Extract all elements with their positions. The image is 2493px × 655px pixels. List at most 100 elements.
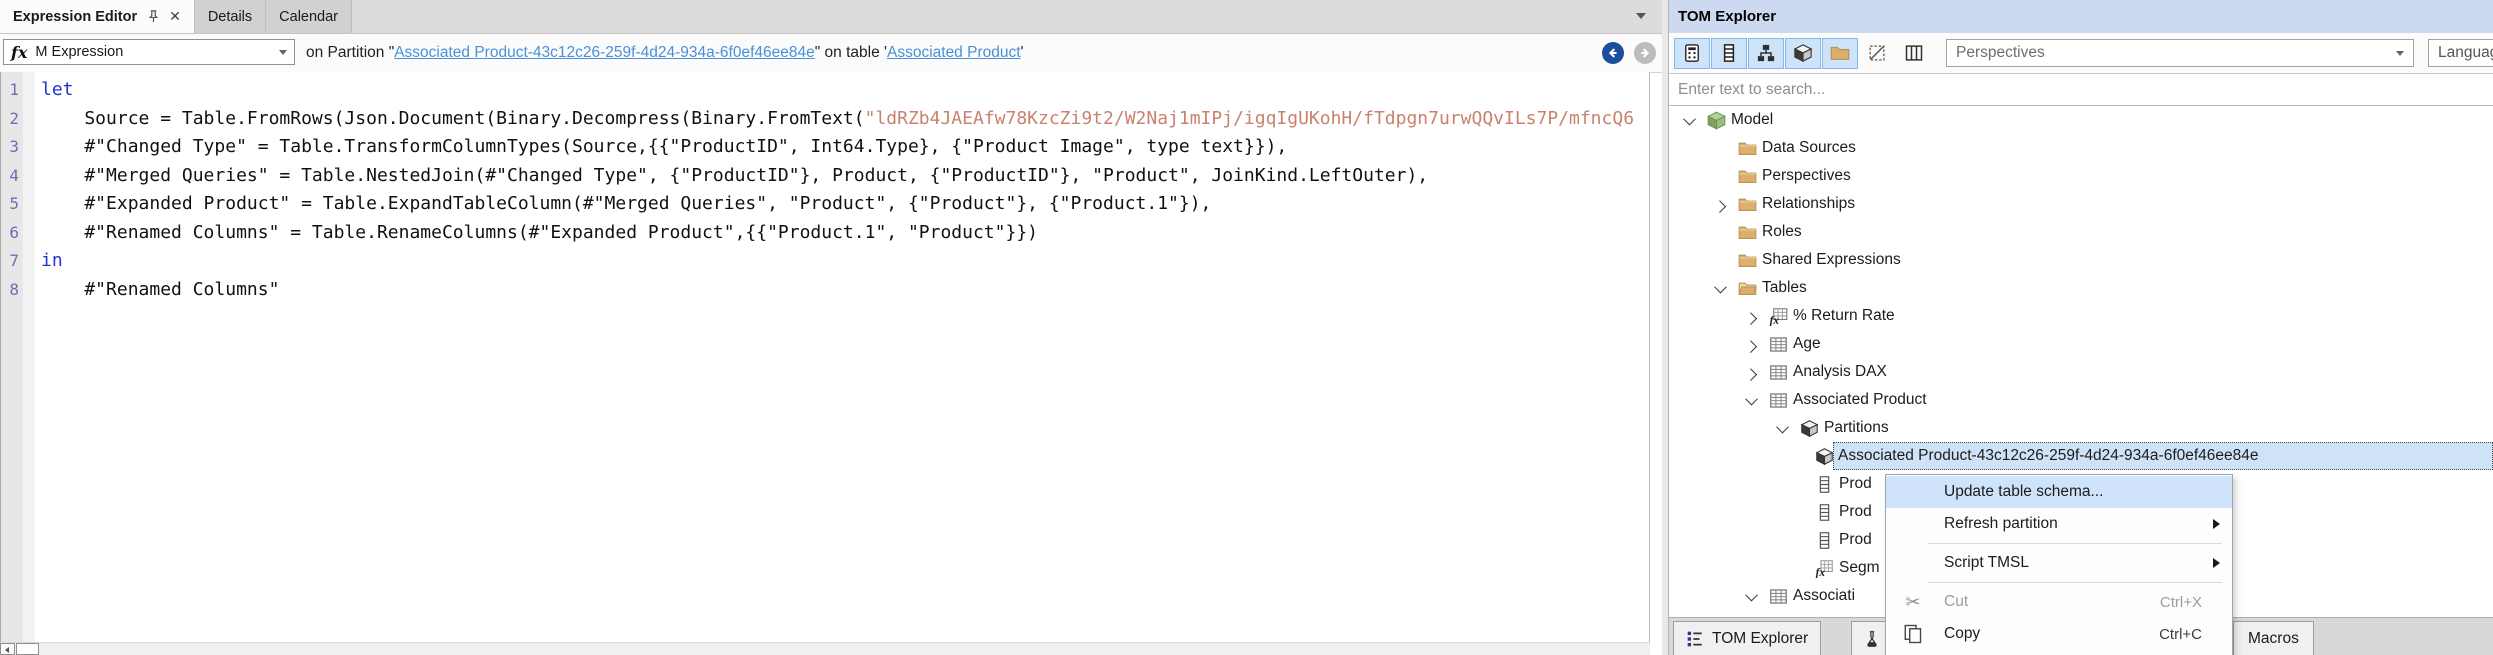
table-columns-toggle-button[interactable] (1896, 38, 1932, 69)
hierarchies-toggle-button[interactable] (1748, 37, 1784, 69)
tree-item-analysis-dax[interactable]: Analysis DAX (1669, 358, 2493, 386)
code-line[interactable]: 6 #"Renamed Columns" = Table.RenameColum… (1, 219, 1649, 248)
partition-icon (1800, 414, 1819, 442)
measures-toggle-button[interactable] (1674, 37, 1710, 69)
menu-item-label: Script TMSL (1944, 554, 2029, 571)
tree-item-age[interactable]: Age (1669, 330, 2493, 358)
columns-toggle-button[interactable] (1711, 37, 1747, 69)
tree-item-data-sources[interactable]: Data Sources (1669, 134, 2493, 162)
folders-toggle-button[interactable] (1822, 37, 1858, 69)
tab-label: Details (207, 8, 253, 25)
hidden-items-toggle-button[interactable] (1859, 38, 1895, 69)
tab-expression-editor[interactable]: Expression Editor ✕ (0, 0, 195, 33)
tree-item-relationships[interactable]: Relationships (1669, 190, 2493, 218)
menu-item-label: Update table schema... (1944, 483, 2104, 500)
code-text: in (41, 250, 63, 271)
tree-item-shared-expressions[interactable]: Shared Expressions (1669, 246, 2493, 274)
submenu-arrow-icon (2213, 558, 2220, 568)
code-line[interactable]: 7 in (1, 247, 1649, 276)
dock-tab-tom-explorer[interactable]: TOM Explorer (1673, 621, 1822, 655)
tree-item-tables[interactable]: Tables (1669, 274, 2493, 302)
line-number: 6 (9, 222, 19, 242)
chevron-down-icon[interactable] (1744, 582, 1758, 610)
menu-item-refresh-partition[interactable]: Refresh partition (1886, 508, 2232, 540)
tree-item-label: Associati (1793, 587, 1856, 604)
pin-icon[interactable] (146, 9, 161, 24)
table-icon (1769, 330, 1788, 358)
perspectives-dropdown[interactable]: Perspectives (1946, 39, 2414, 67)
tree-item-label: Prod (1839, 503, 1872, 520)
expression-type-dropdown[interactable]: fx M Expression (3, 39, 295, 65)
chevron-right-icon[interactable] (1743, 302, 1757, 330)
scrollbar-thumb[interactable] (16, 643, 39, 655)
menu-item-script-tmsl[interactable]: Script TMSL (1886, 547, 2232, 579)
partition-link[interactable]: Associated Product-43c12c26-259f-4d24-93… (394, 44, 815, 61)
menu-item-copy[interactable]: Copy Ctrl+C (1886, 618, 2232, 650)
code-line[interactable]: 1 let (1, 76, 1649, 105)
chevron-right-icon[interactable] (1712, 190, 1726, 218)
menu-item-label: Refresh partition (1944, 515, 2058, 532)
tree-item-associated-product-43c12c26-259f-4d24-934a-6f0ef46ee84e[interactable]: Associated Product-43c12c26-259f-4d24-93… (1669, 442, 2493, 470)
code-text: let (41, 79, 74, 100)
chevron-down-icon[interactable] (1775, 414, 1789, 442)
code-line[interactable]: 8 #"Renamed Columns" (1, 276, 1649, 305)
tree-item-associated-product[interactable]: Associated Product (1669, 386, 2493, 414)
selected-tree-item[interactable]: Associated Product-43c12c26-259f-4d24-93… (1833, 442, 2493, 470)
expression-editor-panel: Expression Editor ✕ Details Calendar fx … (0, 0, 1662, 655)
table-fx-icon: fx (1769, 302, 1788, 330)
code-line[interactable]: 4 #"Merged Queries" = Table.NestedJoin(#… (1, 162, 1649, 191)
chevron-down-icon[interactable] (1744, 386, 1758, 414)
table-columns-icon (1904, 43, 1924, 63)
tree-item-label: Relationships (1762, 195, 1856, 212)
menu-item-label: Copy (1944, 625, 1981, 642)
copy-icon (1901, 622, 1925, 646)
menu-item-cut: ✂ Cut Ctrl+X (1886, 586, 2232, 618)
expression-type-value: M Expression (35, 44, 124, 60)
code-line[interactable]: 3 #"Changed Type" = Table.TransformColum… (1, 133, 1649, 162)
code-text: #"Merged Queries" = Table.NestedJoin(#"C… (41, 164, 1429, 186)
code-line[interactable]: 5 #"Expanded Product" = Table.ExpandTabl… (1, 190, 1649, 219)
tree-item-label: Data Sources (1762, 139, 1856, 156)
search-input[interactable] (1669, 74, 2493, 105)
code-line[interactable]: 2 Source = Table.FromRows(Json.Document(… (1, 105, 1649, 134)
chevron-down-icon[interactable] (1682, 106, 1696, 134)
chevron-down-icon[interactable] (1713, 274, 1727, 302)
language-dropdown[interactable]: Language (2428, 39, 2493, 67)
dock-tab-macros[interactable]: Macros (2233, 621, 2314, 655)
menu-item-update-table-schema[interactable]: Update table schema... (1886, 476, 2232, 508)
close-icon[interactable]: ✕ (169, 8, 181, 25)
editor-horizontal-scrollbar[interactable] (0, 642, 1650, 655)
tree-item-label: Partitions (1824, 419, 1889, 436)
folder-open-icon (1738, 274, 1757, 302)
tree-item-perspectives[interactable]: Perspectives (1669, 162, 2493, 190)
filter-buttons (1674, 37, 1933, 69)
tab-overflow-chevron-icon[interactable] (1636, 13, 1646, 19)
tree-item-partitions[interactable]: Partitions (1669, 414, 2493, 442)
tree-item-label: Analysis DAX (1793, 363, 1887, 380)
code-text: #"Renamed Columns" = Table.RenameColumns… (41, 221, 1038, 243)
menu-item-partial[interactable] (1886, 650, 2232, 655)
tab-calendar[interactable]: Calendar (266, 0, 352, 33)
chevron-right-icon[interactable] (1743, 330, 1757, 358)
context-menu: Update table schema... Refresh partition S… (1885, 474, 2233, 655)
tree-item-roles[interactable]: Roles (1669, 218, 2493, 246)
folder-icon (1738, 134, 1757, 162)
fx-icon: fx (11, 42, 28, 62)
partitions-icon (1793, 43, 1813, 63)
editor-toolbar: fx M Expression on Partition "Associated… (0, 34, 1662, 73)
m-expression-code-editor[interactable]: 1 let 2 Source = Table.FromRows(Json.Docum… (0, 72, 1650, 642)
tab-details[interactable]: Details (194, 0, 267, 33)
navigate-forward-button[interactable] (1634, 42, 1656, 64)
tree-item-return-rate[interactable]: fx % Return Rate (1669, 302, 2493, 330)
chevron-right-icon[interactable] (1743, 358, 1757, 386)
tree-item-label: Shared Expressions (1762, 251, 1901, 268)
panel-title: TOM Explorer (1678, 8, 1777, 25)
scroll-left-button[interactable] (0, 643, 15, 655)
language-value: Language (2438, 44, 2493, 61)
partitions-toggle-button[interactable] (1785, 37, 1821, 69)
navigate-back-button[interactable] (1602, 42, 1624, 64)
code-lines: 1 let 2 Source = Table.FromRows(Json.Docum… (1, 76, 1649, 304)
table-link[interactable]: Associated Product (887, 44, 1021, 61)
submenu-arrow-icon (2213, 519, 2220, 529)
tree-item-model[interactable]: Model (1669, 106, 2493, 134)
